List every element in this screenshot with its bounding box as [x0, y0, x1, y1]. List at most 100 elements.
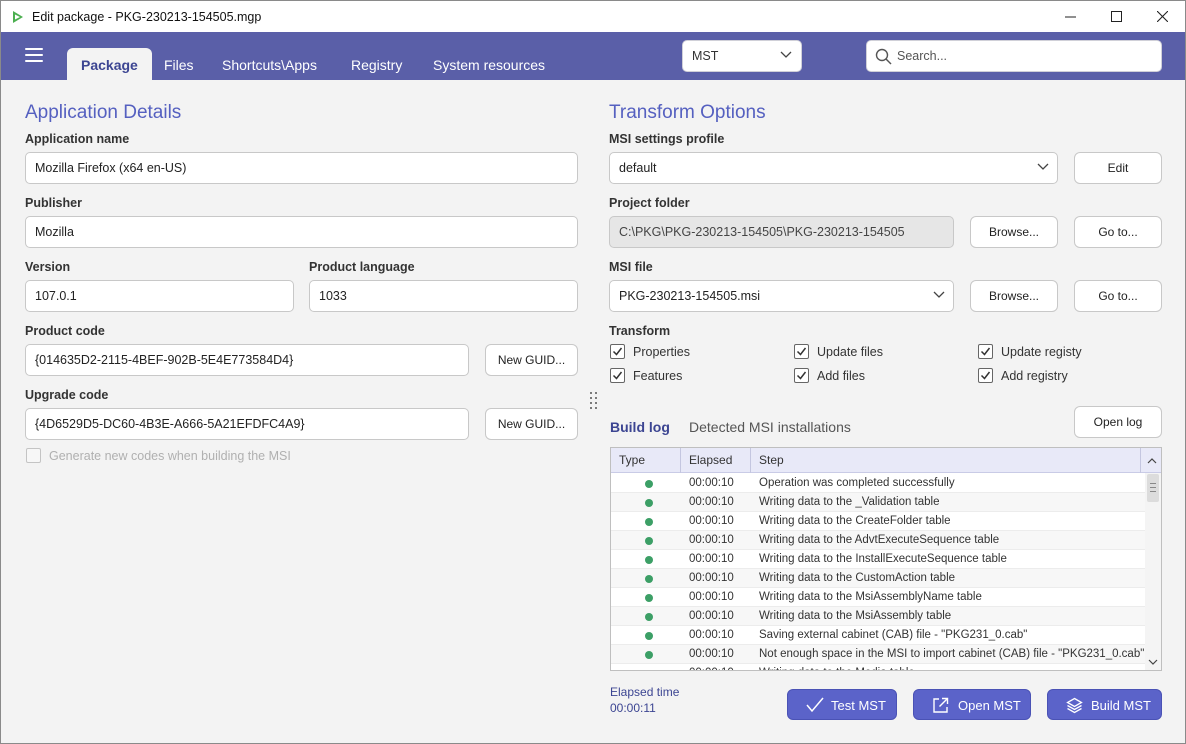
features-checkbox[interactable]	[610, 368, 625, 383]
app-name-field[interactable]: Mozilla Firefox (x64 en-US)	[25, 152, 578, 184]
table-row[interactable]: 00:00:10 Writing data to the CustomAction…	[611, 569, 1145, 588]
publisher-field[interactable]: Mozilla	[25, 216, 578, 248]
add-files-checkbox[interactable]	[794, 368, 809, 383]
chevron-down-icon	[933, 291, 945, 298]
table-row[interactable]: 00:00:10 Writing data to the MsiAssemblyN…	[611, 588, 1145, 607]
checkmark-icon	[980, 371, 991, 380]
scroll-down-icon[interactable]	[1148, 659, 1158, 666]
scroll-thumb[interactable]	[1147, 474, 1159, 502]
tab-detected-msi[interactable]: Detected MSI installations	[689, 419, 851, 435]
table-row[interactable]: 00:00:10 Writing data to the Media table	[611, 664, 1145, 671]
search-input[interactable]	[897, 46, 1147, 66]
application-details-heading: Application Details	[25, 102, 182, 123]
scroll-up-icon[interactable]	[1147, 457, 1157, 464]
add-registry-label: Add registry	[1001, 369, 1068, 383]
build-mst-button[interactable]: Build MST	[1047, 689, 1162, 720]
app-name-label: Application name	[25, 132, 130, 146]
update-files-checkbox[interactable]	[794, 344, 809, 359]
status-success-icon	[645, 518, 653, 526]
cell-step: Writing data to the MsiAssembly table	[759, 610, 952, 622]
cell-step: Writing data to the AdvtExecuteSequence …	[759, 534, 1000, 546]
version-field[interactable]: 107.0.1	[25, 280, 294, 312]
column-header-step[interactable]: Step	[751, 448, 1141, 473]
product-language-field[interactable]: 1033	[309, 280, 578, 312]
browse-project-folder-button[interactable]: Browse...	[970, 216, 1058, 248]
goto-msi-file-button[interactable]: Go to...	[1074, 280, 1162, 312]
msi-settings-profile-label: MSI settings profile	[609, 132, 725, 146]
generate-codes-checkbox[interactable]	[26, 448, 41, 463]
column-header-elapsed[interactable]: Elapsed	[681, 448, 751, 473]
chevron-down-icon	[780, 51, 792, 58]
column-header-type[interactable]: Type	[611, 448, 681, 473]
cell-elapsed: 00:00:10	[689, 477, 734, 489]
goto-project-folder-button[interactable]: Go to...	[1074, 216, 1162, 248]
mst-select[interactable]: MST	[682, 40, 802, 72]
status-success-icon	[645, 594, 653, 602]
product-code-label: Product code	[25, 324, 105, 338]
cell-step: Writing data to the _Validation table	[759, 496, 940, 508]
cell-elapsed: 00:00:10	[689, 553, 734, 565]
tab-package[interactable]: Package	[67, 48, 152, 80]
checkmark-icon	[980, 347, 991, 356]
edit-profile-button[interactable]: Edit	[1074, 152, 1162, 184]
status-success-icon	[645, 632, 653, 640]
tab-build-log[interactable]: Build log	[610, 419, 670, 435]
log-scrollbar[interactable]	[1145, 473, 1161, 670]
close-button[interactable]	[1139, 1, 1185, 32]
table-row[interactable]: 00:00:10 Saving external cabinet (CAB) fi…	[611, 626, 1145, 645]
status-success-icon	[645, 537, 653, 545]
open-mst-button[interactable]: Open MST	[913, 689, 1031, 720]
table-row[interactable]: 00:00:10 Writing data to the CreateFolder…	[611, 512, 1145, 531]
product-code-field[interactable]: {014635D2-2115-4BEF-902B-5E4E773584D4}	[25, 344, 469, 376]
cell-elapsed: 00:00:10	[689, 496, 734, 508]
cell-elapsed: 00:00:10	[689, 610, 734, 622]
tab-shortcuts-apps[interactable]: Shortcuts\Apps	[208, 48, 331, 80]
publisher-label: Publisher	[25, 196, 82, 210]
new-guid-upgrade-button[interactable]: New GUID...	[485, 408, 578, 440]
checkmark-icon	[612, 371, 623, 380]
maximize-button[interactable]	[1093, 1, 1139, 32]
test-mst-button[interactable]: Test MST	[787, 689, 897, 720]
status-success-icon	[645, 670, 653, 671]
add-files-label: Add files	[817, 369, 865, 383]
window-title: Edit package - PKG-230213-154505.mgp	[32, 9, 262, 24]
tab-files[interactable]: Files	[150, 48, 208, 80]
hamburger-menu-icon[interactable]	[25, 48, 43, 62]
layers-icon	[1066, 697, 1083, 714]
search-box[interactable]	[866, 40, 1162, 72]
cell-step: Writing data to the Media table	[759, 664, 915, 670]
minimize-button[interactable]	[1047, 1, 1093, 32]
table-row[interactable]: 00:00:10 Writing data to the AdvtExecuteS…	[611, 531, 1145, 550]
msi-file-label: MSI file	[609, 260, 653, 274]
table-row[interactable]: 00:00:10 Not enough space in the MSI to i…	[611, 645, 1145, 664]
update-registry-label: Update registy	[1001, 345, 1082, 359]
table-row[interactable]: 00:00:10 Writing data to the InstallExecu…	[611, 550, 1145, 569]
panel-splitter-handle[interactable]	[590, 392, 598, 410]
cell-elapsed: 00:00:10	[689, 648, 734, 660]
upgrade-code-field[interactable]: {4D6529D5-DC60-4B3E-A666-5A21EFDFC4A9}	[25, 408, 469, 440]
status-success-icon	[645, 575, 653, 583]
add-registry-checkbox[interactable]	[978, 368, 993, 383]
open-external-icon	[933, 697, 949, 713]
cell-step: Writing data to the MsiAssemblyName tabl…	[759, 591, 982, 603]
status-success-icon	[645, 499, 653, 507]
checkmark-icon	[796, 347, 807, 356]
tab-system-resources[interactable]: System resources	[419, 48, 559, 80]
new-guid-product-button[interactable]: New GUID...	[485, 344, 578, 376]
table-row[interactable]: 00:00:10 Writing data to the _Validation …	[611, 493, 1145, 512]
build-log-table[interactable]: Type Elapsed Step 00:00:10 Operation was …	[610, 447, 1162, 671]
browse-msi-file-button[interactable]: Browse...	[970, 280, 1058, 312]
mst-select-value: MST	[692, 49, 719, 63]
table-row[interactable]: 00:00:10 Operation was completed successf…	[611, 474, 1145, 493]
table-row[interactable]: 00:00:10 Writing data to the MsiAssembly …	[611, 607, 1145, 626]
properties-checkbox[interactable]	[610, 344, 625, 359]
features-label: Features	[633, 369, 683, 383]
tab-registry[interactable]: Registry	[337, 48, 416, 80]
update-registry-checkbox[interactable]	[978, 344, 993, 359]
msi-settings-profile-select[interactable]: default	[609, 152, 1058, 184]
msi-file-select[interactable]: PKG-230213-154505.msi	[609, 280, 954, 312]
version-label: Version	[25, 260, 71, 274]
open-log-button[interactable]: Open log	[1074, 406, 1162, 438]
cell-elapsed: 00:00:10	[689, 534, 734, 546]
elapsed-time-value: 00:00:11	[610, 701, 656, 715]
